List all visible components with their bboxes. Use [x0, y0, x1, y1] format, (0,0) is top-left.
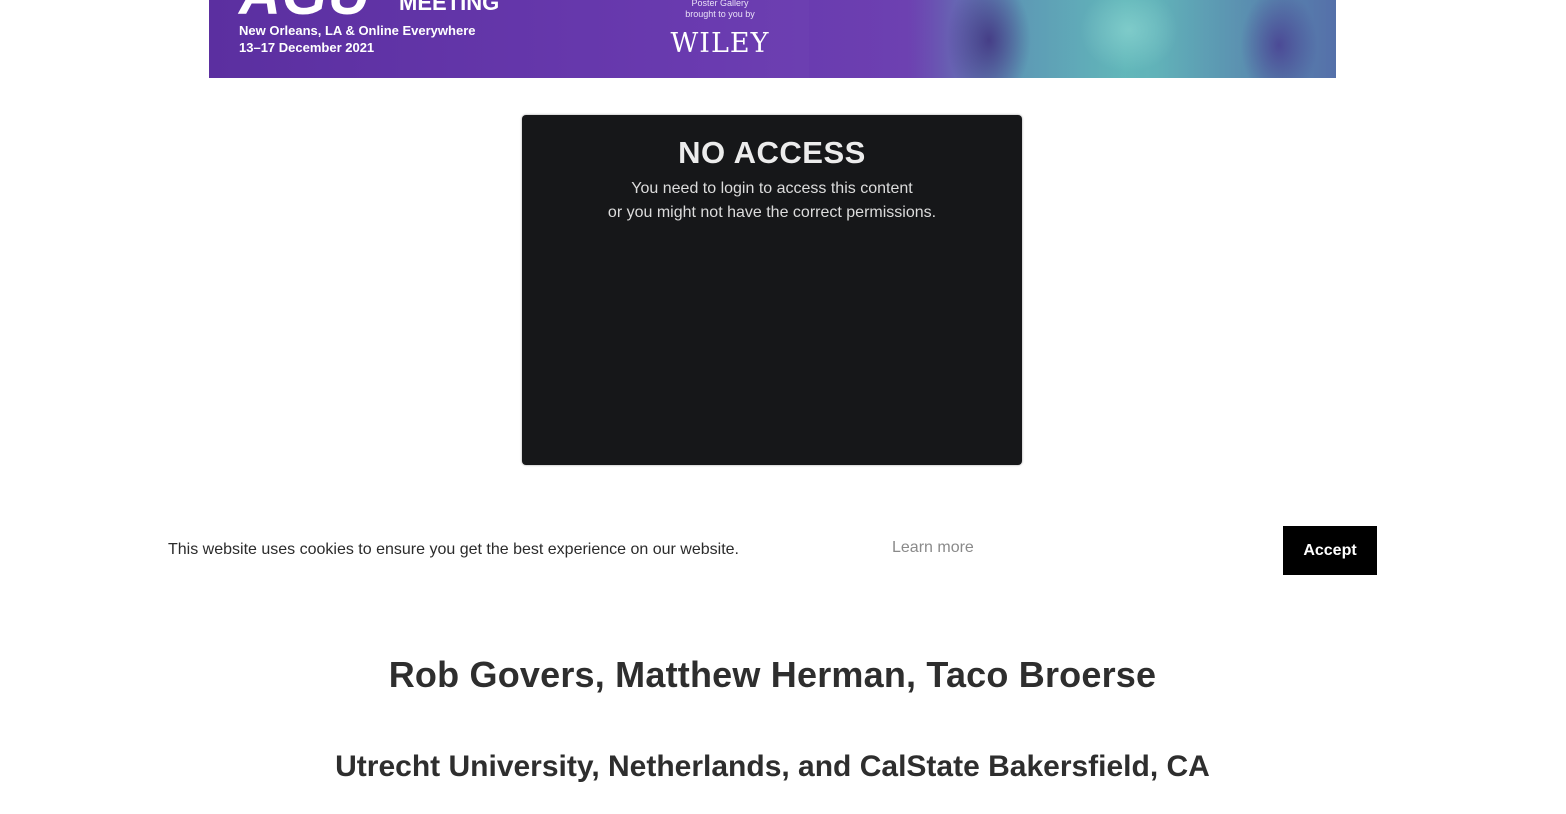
- banner-location: New Orleans, LA & Online Everywhere: [239, 23, 476, 38]
- no-access-panel: NO ACCESS You need to login to access th…: [522, 115, 1022, 465]
- cookie-message: This website uses cookies to ensure you …: [168, 541, 739, 558]
- cookie-accept-button[interactable]: Accept: [1283, 526, 1377, 575]
- meeting-banner: AGU MEETING New Orleans, LA & Online Eve…: [209, 0, 1336, 78]
- banner-poster-note: Poster Gallery brought to you by: [655, 0, 785, 20]
- no-access-line2: or you might not have the correct permis…: [607, 204, 937, 221]
- banner-photo: [809, 0, 1336, 78]
- poster-authors: Rob Govers, Matthew Herman, Taco Broerse: [388, 654, 1157, 695]
- banner-logo: AGU: [239, 0, 371, 24]
- banner-poster-line2: brought to you by: [685, 9, 755, 19]
- banner-meeting-text: MEETING: [399, 0, 500, 15]
- banner-dates: 13–17 December 2021: [239, 40, 375, 55]
- poster-affiliation: Utrecht University, Netherlands, and Cal…: [335, 750, 1210, 783]
- banner-location-block: New Orleans, LA & Online Everywhere 13–1…: [239, 22, 476, 56]
- banner-poster-line1: Poster Gallery: [691, 0, 749, 8]
- cookie-learn-more-link[interactable]: Learn more: [892, 539, 974, 557]
- no-access-message: You need to login to access this content…: [522, 177, 1022, 225]
- page: AGU MEETING New Orleans, LA & Online Eve…: [0, 0, 1566, 814]
- no-access-line1: You need to login to access this content: [631, 180, 913, 197]
- no-access-title: NO ACCESS: [678, 135, 866, 170]
- sponsor-logo: WILEY: [670, 28, 770, 59]
